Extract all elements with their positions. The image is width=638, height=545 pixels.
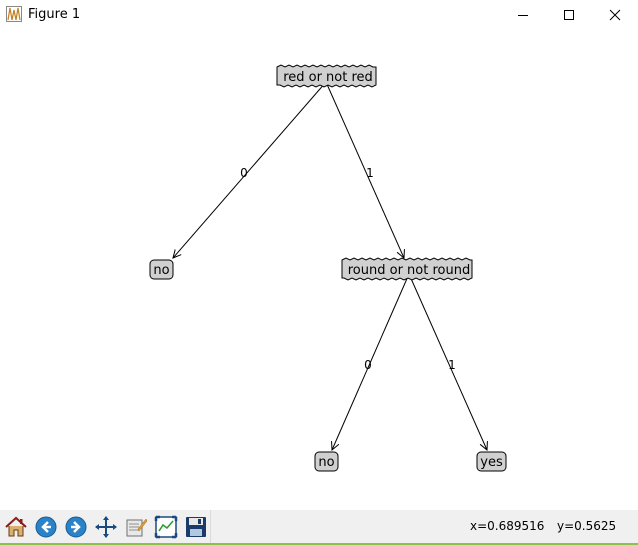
close-button[interactable] bbox=[592, 0, 638, 30]
cursor-y-readout: y=0.5625 bbox=[557, 519, 617, 533]
minimize-icon bbox=[518, 15, 528, 16]
home-icon bbox=[5, 516, 27, 537]
leaf-node: yes bbox=[476, 451, 507, 472]
window-titlebar: Figure 1 bbox=[0, 0, 638, 30]
back-icon bbox=[35, 516, 57, 538]
maximize-button[interactable] bbox=[546, 0, 592, 30]
decision-node-label: round or not round bbox=[348, 263, 470, 278]
forward-button[interactable] bbox=[62, 513, 90, 541]
home-button[interactable] bbox=[2, 513, 30, 541]
save-icon bbox=[186, 517, 206, 537]
leaf-node-label: no bbox=[318, 455, 334, 470]
leaf-node: no bbox=[314, 451, 339, 472]
back-button[interactable] bbox=[32, 513, 60, 541]
edge-root-to-round bbox=[325, 81, 404, 258]
window-title: Figure 1 bbox=[28, 7, 81, 22]
decision-node-label: red or not red bbox=[283, 70, 373, 85]
zoom-icon bbox=[154, 515, 178, 539]
edge-label: 1 bbox=[366, 166, 374, 180]
matplotlib-app-icon bbox=[6, 6, 22, 22]
pan-button[interactable] bbox=[92, 513, 120, 541]
edge-root-to-no bbox=[173, 81, 327, 258]
subplots-icon bbox=[126, 518, 148, 537]
close-icon bbox=[609, 9, 621, 21]
cursor-x-readout: x=0.689516 bbox=[470, 519, 545, 533]
leaf-node-label: yes bbox=[480, 455, 503, 470]
save-button[interactable] bbox=[182, 513, 210, 541]
leaf-node-label: no bbox=[153, 263, 169, 278]
decision-node-root: red or not red bbox=[276, 64, 377, 88]
minimize-button[interactable] bbox=[500, 0, 546, 30]
tree-plot: 0 1 0 1 red or not red round or not roun… bbox=[149, 64, 507, 472]
decision-node-round: round or not round bbox=[341, 257, 473, 281]
toolbar-separator bbox=[210, 510, 211, 543]
figure-canvas[interactable]: 0 1 0 1 red or not red round or not roun… bbox=[0, 30, 638, 510]
forward-icon bbox=[65, 516, 87, 538]
navigation-toolbar: x=0.689516 y=0.5625 bbox=[0, 510, 638, 543]
pan-icon bbox=[95, 516, 117, 538]
zoom-button[interactable] bbox=[152, 513, 180, 541]
edge-label: 0 bbox=[364, 358, 372, 372]
edge-label: 1 bbox=[448, 358, 456, 372]
edge-label: 0 bbox=[240, 166, 248, 180]
subplots-button[interactable] bbox=[122, 513, 150, 541]
leaf-node: no bbox=[149, 259, 174, 280]
maximize-icon bbox=[564, 10, 574, 20]
